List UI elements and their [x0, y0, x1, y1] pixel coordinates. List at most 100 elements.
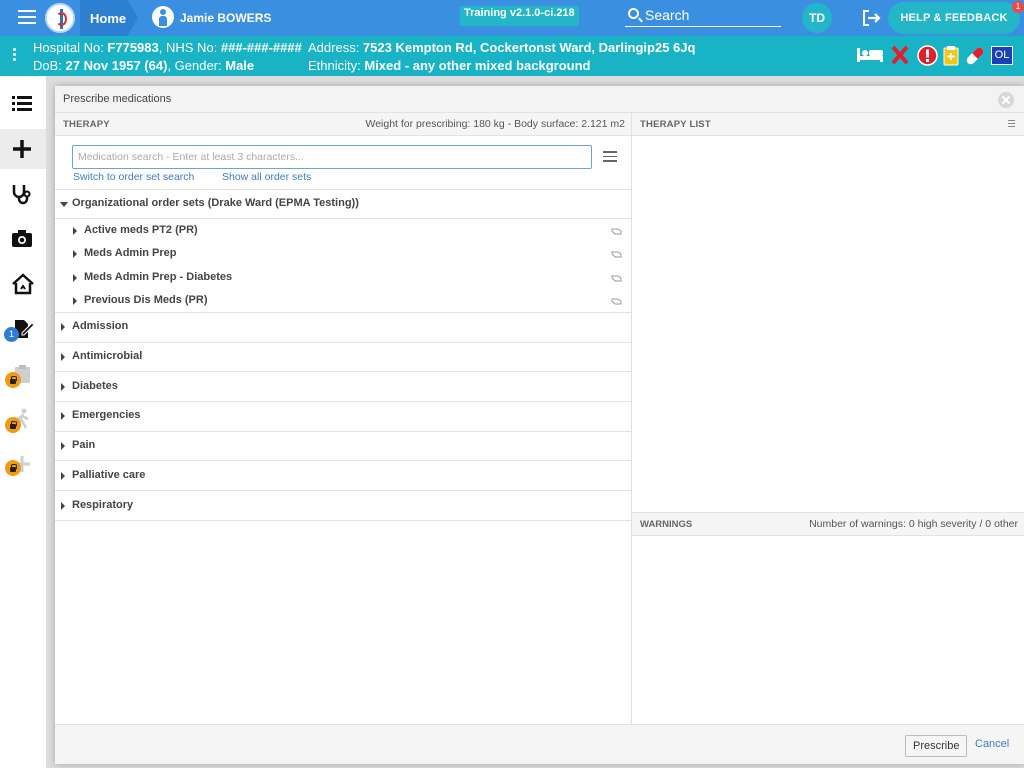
category-group[interactable]: Admission: [55, 313, 631, 343]
category-label: Admission: [72, 320, 129, 333]
bed-icon[interactable]: [856, 45, 884, 65]
switch-order-set-link[interactable]: Switch to order set search: [73, 171, 194, 183]
hand-pointer-icon[interactable]: [611, 226, 623, 235]
chevron-right-icon: [61, 471, 65, 480]
chevron-right-icon: [61, 501, 65, 510]
category-label: Pain: [72, 439, 96, 452]
nhs-number: ###-###-####: [220, 40, 302, 55]
address-value: 7523 Kempton Rd, Cockertonst Ward, Darli…: [362, 40, 696, 55]
show-all-order-sets-link[interactable]: Show all order sets: [222, 171, 311, 183]
ethnicity-line: Ethnicity: Mixed - any other mixed backg…: [308, 58, 590, 73]
hand-pointer-icon[interactable]: [611, 296, 623, 305]
prescribe-button[interactable]: Prescribe: [905, 735, 968, 757]
dialog-header: Prescribe medications: [55, 86, 1024, 113]
category-group[interactable]: Diabetes: [55, 372, 631, 403]
medication-search-input[interactable]: [78, 149, 583, 165]
org-order-sets-group[interactable]: Organizational order sets (Drake Ward (E…: [55, 189, 631, 219]
nav-prescribe[interactable]: 1: [0, 309, 46, 349]
chevron-right-icon: [61, 353, 65, 362]
category-group[interactable]: Palliative care: [55, 462, 631, 492]
category-label: Antimicrobial: [72, 350, 143, 363]
nhs-label: , NHS No:: [158, 40, 221, 55]
category-group[interactable]: Antimicrobial: [55, 343, 631, 373]
address-label: Address:: [308, 40, 363, 55]
ol-badge[interactable]: OL: [991, 46, 1013, 65]
patient-icon: [152, 6, 174, 28]
nav-locked-2[interactable]: [0, 399, 46, 439]
search-button[interactable]: Search: [625, 5, 781, 27]
lock-icon: [5, 460, 21, 476]
user-avatar[interactable]: TD: [802, 3, 832, 33]
chevron-right-icon: [73, 250, 77, 259]
category-group[interactable]: Emergencies: [55, 402, 631, 432]
nav-clinical[interactable]: [0, 174, 46, 214]
hospital-number: F775983: [107, 40, 159, 55]
chevron-right-icon: [61, 412, 65, 421]
cancel-button[interactable]: Cancel: [975, 738, 1009, 750]
therapy-pane: THERAPY Weight for prescribing: 180 kg -…: [55, 113, 632, 724]
warnings-title: WARNINGS: [640, 519, 693, 530]
nav-home-care[interactable]: [0, 264, 46, 304]
gender-value: Male: [225, 58, 255, 73]
dob-label: DoB:: [33, 58, 66, 73]
dialog-title: Prescribe medications: [63, 93, 172, 105]
search-options-menu-icon[interactable]: [603, 151, 617, 162]
order-set-label: Active meds PT2 (PR): [84, 223, 198, 236]
ethnicity-value: Mixed - any other mixed background: [364, 58, 591, 73]
hospital-nhs-line: Hospital No: F775983, NHS No: ###-###-##…: [33, 40, 302, 55]
org-group-label: Organizational order sets (Drake Ward (E…: [72, 197, 359, 209]
category-label: Palliative care: [72, 468, 146, 481]
weight-info: Weight for prescribing: 180 kg - Body su…: [365, 118, 625, 130]
warnings-header: WARNINGS Number of warnings: 0 high seve…: [632, 512, 1024, 536]
home-button[interactable]: Home: [80, 0, 138, 36]
lock-icon: [5, 372, 21, 388]
category-label: Respiratory: [72, 498, 134, 511]
help-notification-badge: 1: [1012, 1, 1024, 13]
training-badge: Training v2.1.0-ci.218: [460, 6, 579, 26]
camera-icon: [12, 230, 32, 247]
category-group[interactable]: Pain: [55, 432, 631, 462]
patient-name[interactable]: Jamie BOWERS: [180, 11, 271, 25]
therapy-list-menu-icon[interactable]: [1008, 120, 1015, 129]
hand-pointer-icon[interactable]: [611, 273, 623, 282]
top-bar: Home Jamie BOWERS Training v2.1.0-ci.218…: [0, 0, 1024, 36]
therapy-list-pane: THERAPY LIST WARNINGS Number of warnings…: [632, 113, 1024, 724]
ethnicity-label: Ethnicity:: [308, 58, 365, 73]
home-label: Home: [90, 11, 127, 26]
category-group[interactable]: Respiratory: [55, 491, 631, 521]
org-order-set-item[interactable]: Previous Dis Meds (PR): [55, 290, 631, 313]
plus-icon: [13, 140, 31, 158]
nav-list[interactable]: [0, 84, 46, 124]
dialog-footer: Prescribe Cancel: [55, 724, 1024, 764]
menu-icon[interactable]: [18, 10, 36, 24]
chevron-down-icon: [60, 202, 68, 207]
nav-camera[interactable]: [0, 219, 46, 259]
alert-icon[interactable]: [917, 45, 938, 66]
org-order-set-item[interactable]: Meds Admin Prep - Diabetes: [55, 266, 631, 290]
therapy-header: THERAPY Weight for prescribing: 180 kg -…: [55, 113, 631, 136]
nav-add[interactable]: [0, 129, 46, 169]
order-set-label: Meds Admin Prep: [84, 247, 177, 260]
app-logo[interactable]: [45, 3, 75, 33]
org-order-set-item[interactable]: Meds Admin Prep: [55, 243, 631, 267]
nav-locked-3[interactable]: [0, 444, 46, 484]
nav-locked-1[interactable]: [0, 354, 46, 394]
help-feedback-button[interactable]: HELP & FEEDBACK: [888, 2, 1020, 34]
chevron-right-icon: [61, 323, 65, 332]
pill-icon[interactable]: [964, 45, 986, 67]
house-icon: [12, 273, 34, 295]
org-order-set-item[interactable]: Active meds PT2 (PR): [55, 219, 631, 243]
chevron-right-icon: [61, 382, 65, 391]
hand-pointer-icon[interactable]: [611, 249, 623, 258]
order-set-label: Meds Admin Prep - Diabetes: [84, 270, 233, 283]
banner-menu-icon[interactable]: [13, 48, 17, 63]
close-icon[interactable]: [998, 92, 1014, 108]
red-cross-icon[interactable]: [891, 45, 909, 65]
therapy-list-title: THERAPY LIST: [640, 119, 711, 130]
hospital-label: Hospital No:: [33, 40, 108, 55]
gender-label: , Gender:: [167, 58, 226, 73]
medication-search[interactable]: [72, 145, 592, 169]
clipboard-icon[interactable]: [943, 45, 959, 66]
search-icon: [628, 8, 639, 19]
logout-icon[interactable]: [862, 9, 882, 27]
